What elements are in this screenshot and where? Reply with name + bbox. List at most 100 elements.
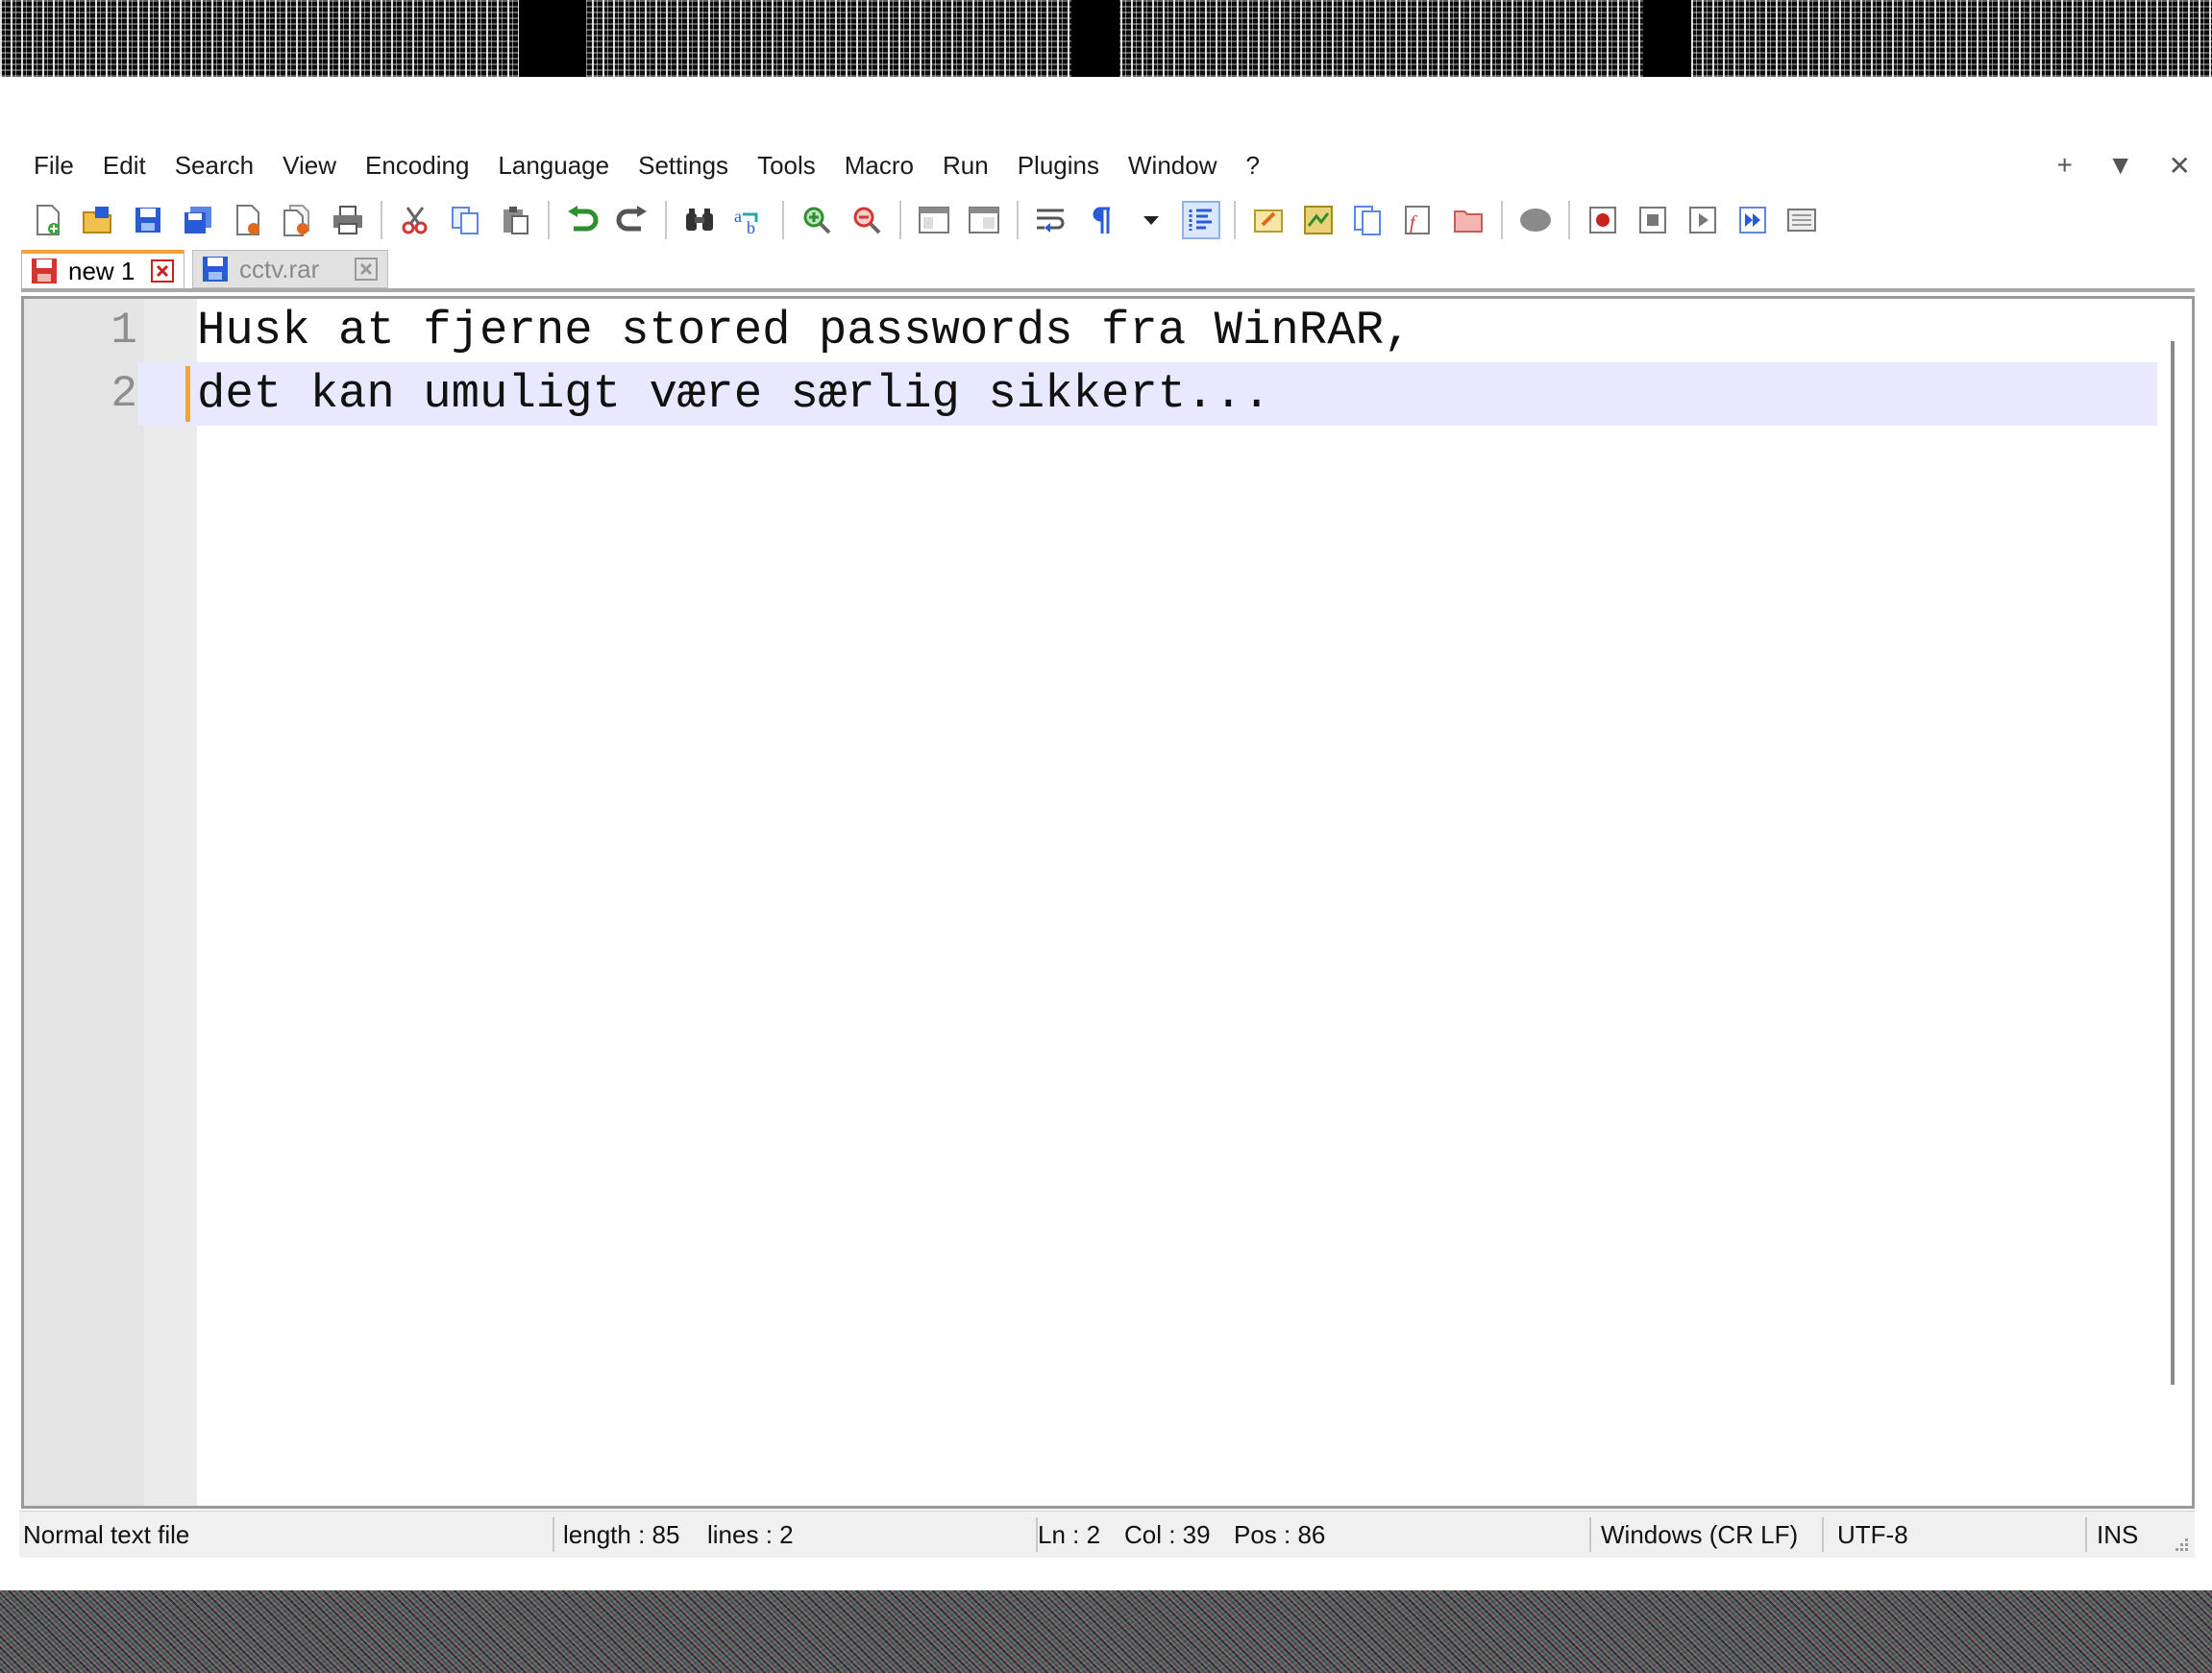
tab-label: cctv.rar — [239, 254, 320, 283]
current-line-marker — [185, 366, 190, 422]
run-macro-multiple-button[interactable] — [1733, 201, 1772, 239]
user-defined-lang-button[interactable] — [1249, 201, 1288, 239]
toolbar-separator — [782, 201, 784, 239]
editor-line[interactable]: 1 Husk at fjerne stored passwords fra Wi… — [24, 299, 2157, 362]
paste-button[interactable] — [496, 201, 534, 239]
tab-new-1[interactable]: new 1 — [21, 250, 184, 288]
editor-line-current[interactable]: 2 det kan umuligt være særlig sikkert... — [24, 362, 2157, 426]
close-icon[interactable]: ✕ — [2169, 150, 2191, 182]
save-macro-icon — [1787, 209, 1816, 232]
status-eol: Windows (CR LF) — [1601, 1520, 1799, 1549]
menu-language[interactable]: Language — [483, 144, 624, 186]
status-bar: Normal text file length : 85 lines : 2 L… — [19, 1511, 2195, 1558]
play-macro-button[interactable] — [1684, 201, 1722, 239]
text-editor[interactable]: 1 Husk at fjerne stored passwords fra Wi… — [21, 296, 2195, 1509]
menu-file[interactable]: File — [19, 144, 88, 186]
doc-map-icon — [1304, 206, 1333, 234]
close-file-button[interactable] — [229, 201, 267, 239]
record-macro-button[interactable] — [1584, 201, 1622, 239]
desktop-noise-bottom — [0, 1590, 2212, 1673]
undo-button[interactable] — [563, 201, 602, 239]
save-macro-button[interactable] — [1783, 201, 1822, 239]
status-ln: Ln : 2 — [1038, 1520, 1101, 1549]
find-button[interactable] — [680, 201, 719, 239]
undo-icon — [568, 206, 599, 232]
close-tab-icon[interactable] — [151, 259, 174, 283]
stop-macro-button[interactable] — [1634, 201, 1672, 239]
svg-text:b: b — [747, 218, 755, 235]
menu-search[interactable]: Search — [160, 144, 268, 186]
word-wrap-icon — [1037, 209, 1065, 233]
add-icon[interactable]: + — [2056, 150, 2072, 181]
toolbar-separator — [1501, 201, 1503, 239]
save-icon — [135, 208, 160, 233]
resize-grip-icon[interactable] — [2170, 1533, 2191, 1554]
menu-view[interactable]: View — [268, 144, 351, 186]
function-list-icon: f — [1405, 206, 1430, 234]
sync-vertical-icon — [919, 207, 949, 234]
zoom-out-icon — [853, 207, 881, 234]
save-all-button[interactable] — [179, 201, 217, 239]
print-button[interactable] — [329, 201, 367, 239]
menu-help[interactable]: ? — [1231, 144, 1273, 186]
folder-workspace-button[interactable] — [1449, 201, 1487, 239]
replace-button[interactable]: ab — [730, 201, 769, 239]
doc-map-button[interactable] — [1299, 201, 1338, 239]
line-number-gutter — [24, 299, 144, 1506]
indent-guide-button[interactable] — [1182, 201, 1220, 239]
menu-macro[interactable]: Macro — [830, 144, 928, 186]
noise-gap — [1643, 0, 1691, 77]
window-controls: + ▼ ✕ — [2056, 144, 2191, 186]
doc-list-button[interactable] — [1349, 201, 1388, 239]
binoculars-icon — [686, 209, 713, 231]
replace-icon: ab — [734, 207, 758, 235]
menu-settings[interactable]: Settings — [624, 144, 743, 186]
word-wrap-button[interactable] — [1032, 201, 1070, 239]
function-list-button[interactable]: f — [1399, 201, 1438, 239]
monitoring-button[interactable] — [1516, 201, 1555, 239]
status-col: Col : 39 — [1124, 1520, 1211, 1549]
sync-horizontal-button[interactable] — [965, 201, 1003, 239]
menu-tools[interactable]: Tools — [743, 144, 830, 186]
monitoring-icon — [1520, 209, 1551, 232]
open-file-button[interactable] — [79, 201, 117, 239]
cut-button[interactable] — [396, 201, 434, 239]
zoom-in-button[interactable] — [798, 201, 836, 239]
menu-edit[interactable]: Edit — [88, 144, 160, 186]
status-lines: lines : 2 — [707, 1520, 794, 1549]
noise-gap — [1071, 0, 1119, 77]
tab-cctv-rar[interactable]: cctv.rar — [192, 250, 388, 288]
menu-run[interactable]: Run — [928, 144, 1003, 186]
status-insert-mode: INS — [2097, 1520, 2139, 1549]
save-button[interactable] — [129, 201, 167, 239]
show-all-chars-button[interactable] — [1082, 201, 1120, 239]
new-file-button[interactable] — [29, 201, 67, 239]
toolbar-separator — [1234, 201, 1236, 239]
zoom-out-button[interactable] — [848, 201, 886, 239]
folder-open-icon — [83, 207, 111, 234]
menu-encoding[interactable]: Encoding — [351, 144, 483, 186]
status-length: length : 85 — [563, 1520, 680, 1549]
scissors-icon — [402, 207, 428, 234]
fast-forward-icon — [1739, 207, 1766, 234]
menu-plugins[interactable]: Plugins — [1003, 144, 1114, 186]
line-text: det kan umuligt være særlig sikkert... — [197, 367, 1271, 421]
printer-icon — [333, 206, 362, 234]
status-encoding: UTF-8 — [1837, 1520, 1908, 1549]
play-icon — [1689, 207, 1716, 234]
redo-button[interactable] — [613, 201, 651, 239]
vertical-scrollbar[interactable] — [2171, 341, 2175, 1385]
copy-button[interactable] — [446, 201, 484, 239]
dropdown-icon[interactable]: ▼ — [2107, 150, 2134, 181]
indent-guide-icon — [1189, 209, 1212, 231]
svg-text:a: a — [734, 207, 742, 226]
close-tab-icon[interactable] — [355, 258, 378, 281]
view-dropdown-button[interactable] — [1132, 201, 1170, 239]
sync-horizontal-icon — [969, 207, 999, 234]
close-all-button[interactable] — [279, 201, 317, 239]
status-pos: Pos : 86 — [1234, 1520, 1326, 1549]
menu-window[interactable]: Window — [1114, 144, 1231, 186]
sync-vertical-button[interactable] — [915, 201, 953, 239]
record-icon — [1589, 207, 1616, 234]
redo-icon — [616, 206, 647, 232]
